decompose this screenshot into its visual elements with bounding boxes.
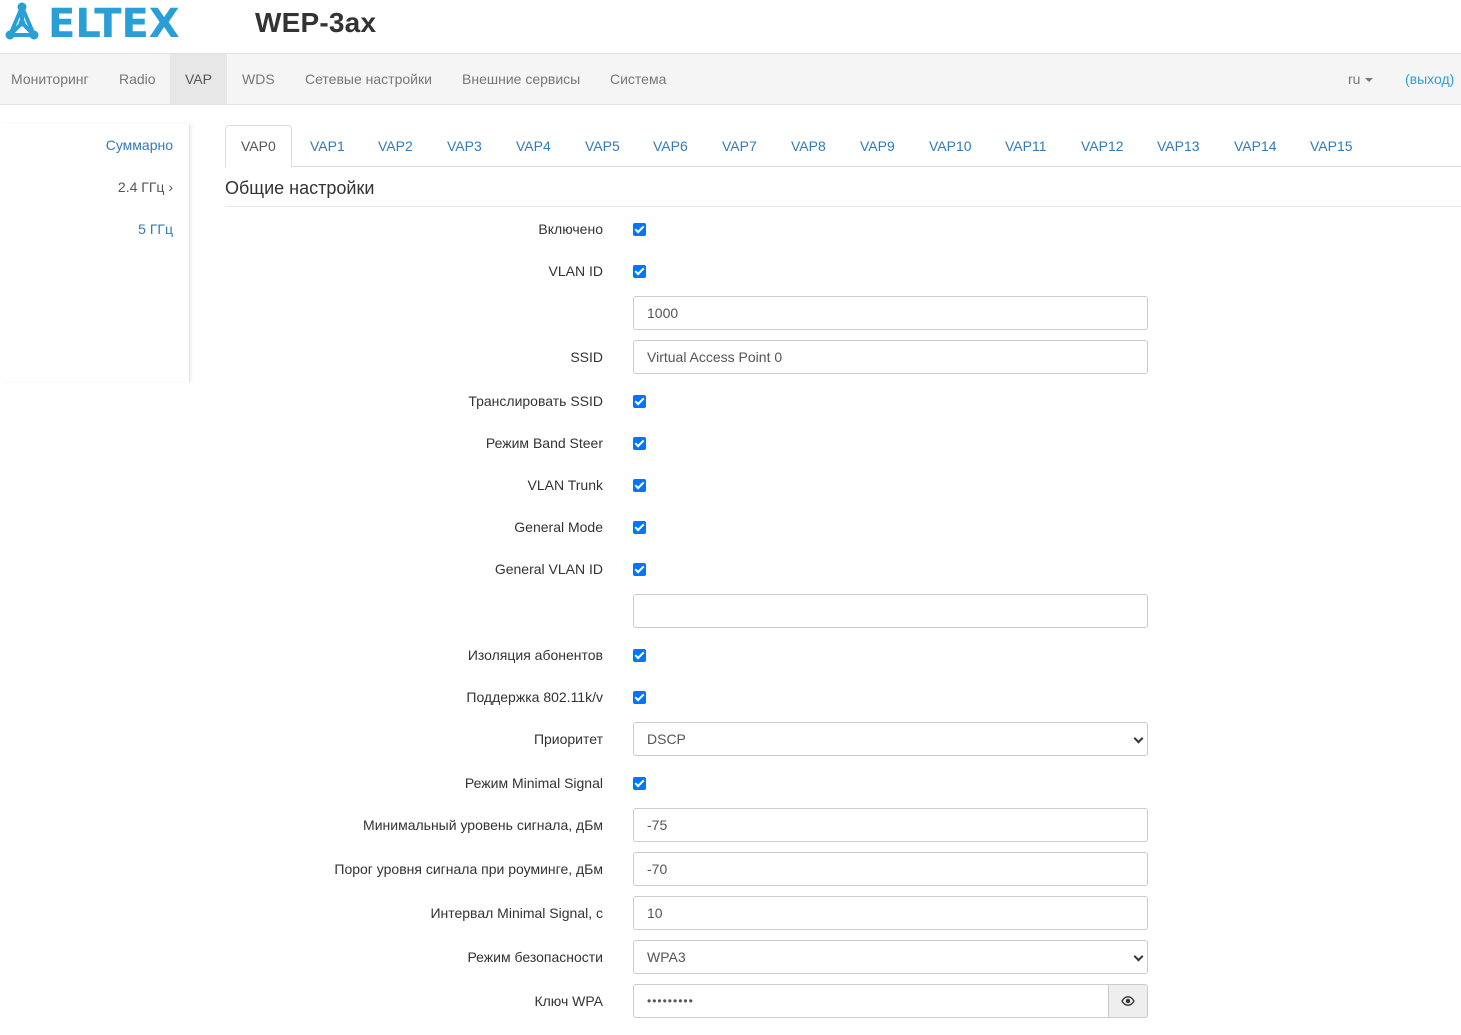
tab-vap2[interactable]: VAP2 <box>363 125 428 167</box>
wpa-key-label: Ключ WPA <box>534 993 603 1009</box>
tab-vap11[interactable]: VAP11 <box>990 125 1062 167</box>
vlan-id-label: VLAN ID <box>548 263 603 279</box>
tab-vap0[interactable]: VAP0 <box>225 125 292 168</box>
vlan-id-checkbox[interactable] <box>633 265 646 278</box>
tab-vap5[interactable]: VAP5 <box>570 125 635 167</box>
security-mode-select[interactable]: WPA3 <box>633 940 1148 974</box>
eye-icon <box>1121 996 1135 1006</box>
chevron-down-icon <box>1133 733 1144 744</box>
vlan-trunk-label: VLAN Trunk <box>527 477 603 493</box>
tab-vap7[interactable]: VAP7 <box>707 125 772 167</box>
tab-vap10[interactable]: VAP10 <box>914 125 987 167</box>
priority-select[interactable]: DSCP <box>633 722 1148 756</box>
sidebar-item-summary[interactable]: Суммарно <box>106 137 173 153</box>
sidebar-item-2-4ghz[interactable]: 2.4 ГГц › <box>118 179 173 195</box>
caret-down-icon <box>1365 78 1374 83</box>
sidebar-item-5ghz[interactable]: 5 ГГц <box>138 221 173 237</box>
show-password-button[interactable] <box>1108 984 1148 1018</box>
ssid-input[interactable]: Virtual Access Point 0 <box>633 340 1148 374</box>
language-label: ru <box>1348 71 1361 87</box>
station-isolation-label: Изоляция абонентов <box>467 647 603 663</box>
language-dropdown[interactable]: ru <box>1333 54 1388 104</box>
band-steer-checkbox[interactable] <box>633 437 646 450</box>
tab-vap3[interactable]: VAP3 <box>432 125 497 167</box>
general-mode-label: General Mode <box>514 519 603 535</box>
general-mode-checkbox[interactable] <box>633 521 646 534</box>
roaming-threshold-input[interactable]: -70 <box>633 852 1148 886</box>
top-nav: Мониторинг Radio VAP WDS Сетевые настрой… <box>0 53 1461 105</box>
band-steer-label: Режим Band Steer <box>485 435 603 451</box>
section-title: Общие настройки <box>225 178 1461 207</box>
priority-value: DSCP <box>647 731 686 747</box>
vlan-trunk-checkbox[interactable] <box>633 479 646 492</box>
nav-item-external-services[interactable]: Внешние сервисы <box>447 54 595 104</box>
broadcast-ssid-label: Транслировать SSID <box>468 393 603 409</box>
nav-item-vap[interactable]: VAP <box>170 54 227 104</box>
enabled-label: Включено <box>538 221 603 237</box>
security-mode-label: Режим безопасности <box>467 949 603 965</box>
device-model: WEP-3ax <box>255 7 377 38</box>
tab-vap9[interactable]: VAP9 <box>845 125 910 167</box>
tab-vap15[interactable]: VAP15 <box>1295 125 1368 167</box>
general-vlan-id-label: General VLAN ID <box>494 561 603 577</box>
broadcast-ssid-checkbox[interactable] <box>633 395 646 408</box>
eltex-logo-icon: ELTEX <box>5 1 180 45</box>
nav-item-monitoring[interactable]: Мониторинг <box>0 54 104 104</box>
minimal-signal-mode-checkbox[interactable] <box>633 777 646 790</box>
enabled-checkbox[interactable] <box>633 223 646 236</box>
chevron-down-icon <box>1133 951 1144 962</box>
tab-vap6[interactable]: VAP6 <box>638 125 703 167</box>
tab-vap14[interactable]: VAP14 <box>1219 125 1292 167</box>
tab-vap8[interactable]: VAP8 <box>776 125 841 167</box>
minimal-signal-mode-label: Режим Minimal Signal <box>464 775 603 791</box>
tab-vap12[interactable]: VAP12 <box>1066 125 1139 167</box>
general-vlan-id-input[interactable] <box>633 594 1148 628</box>
min-signal-level-label: Минимальный уровень сигнала, дБм <box>363 817 603 833</box>
priority-label: Приоритет <box>533 731 603 747</box>
station-isolation-checkbox[interactable] <box>633 649 646 662</box>
sidebar: Суммарно 2.4 ГГц › 5 ГГц <box>0 124 190 382</box>
vap-tabs: VAP0 VAP1 VAP2 VAP3 VAP4 VAP5 VAP6 VAP7 … <box>225 125 1461 168</box>
nav-item-radio[interactable]: Radio <box>104 54 171 104</box>
support-80211kv-label: Поддержка 802.11k/v <box>466 689 603 705</box>
brand-text: ELTEX <box>48 1 180 45</box>
security-mode-value: WPA3 <box>647 949 686 965</box>
minimal-signal-interval-label: Интервал Minimal Signal, с <box>430 905 603 921</box>
logout-link[interactable]: (выход) <box>1405 54 1454 104</box>
nav-item-wds[interactable]: WDS <box>227 54 290 104</box>
tab-vap1[interactable]: VAP1 <box>295 125 360 167</box>
wpa-key-input[interactable]: ••••••••• <box>633 984 1109 1018</box>
nav-item-system[interactable]: Система <box>595 54 681 104</box>
tab-vap13[interactable]: VAP13 <box>1142 125 1215 167</box>
roaming-threshold-label: Порог уровня сигнала при роуминге, дБм <box>334 861 603 877</box>
support-80211kv-checkbox[interactable] <box>633 691 646 704</box>
minimal-signal-interval-input[interactable]: 10 <box>633 896 1148 930</box>
nav-item-network-settings[interactable]: Сетевые настройки <box>290 54 447 104</box>
general-vlan-id-checkbox[interactable] <box>633 563 646 576</box>
vlan-id-input[interactable]: 1000 <box>633 296 1148 330</box>
header: ELTEX WEP-3ax <box>0 0 1461 53</box>
min-signal-level-input[interactable]: -75 <box>633 808 1148 842</box>
ssid-label: SSID <box>570 349 603 365</box>
tab-vap4[interactable]: VAP4 <box>501 125 566 167</box>
eltex-logo[interactable]: ELTEX <box>4 1 194 45</box>
